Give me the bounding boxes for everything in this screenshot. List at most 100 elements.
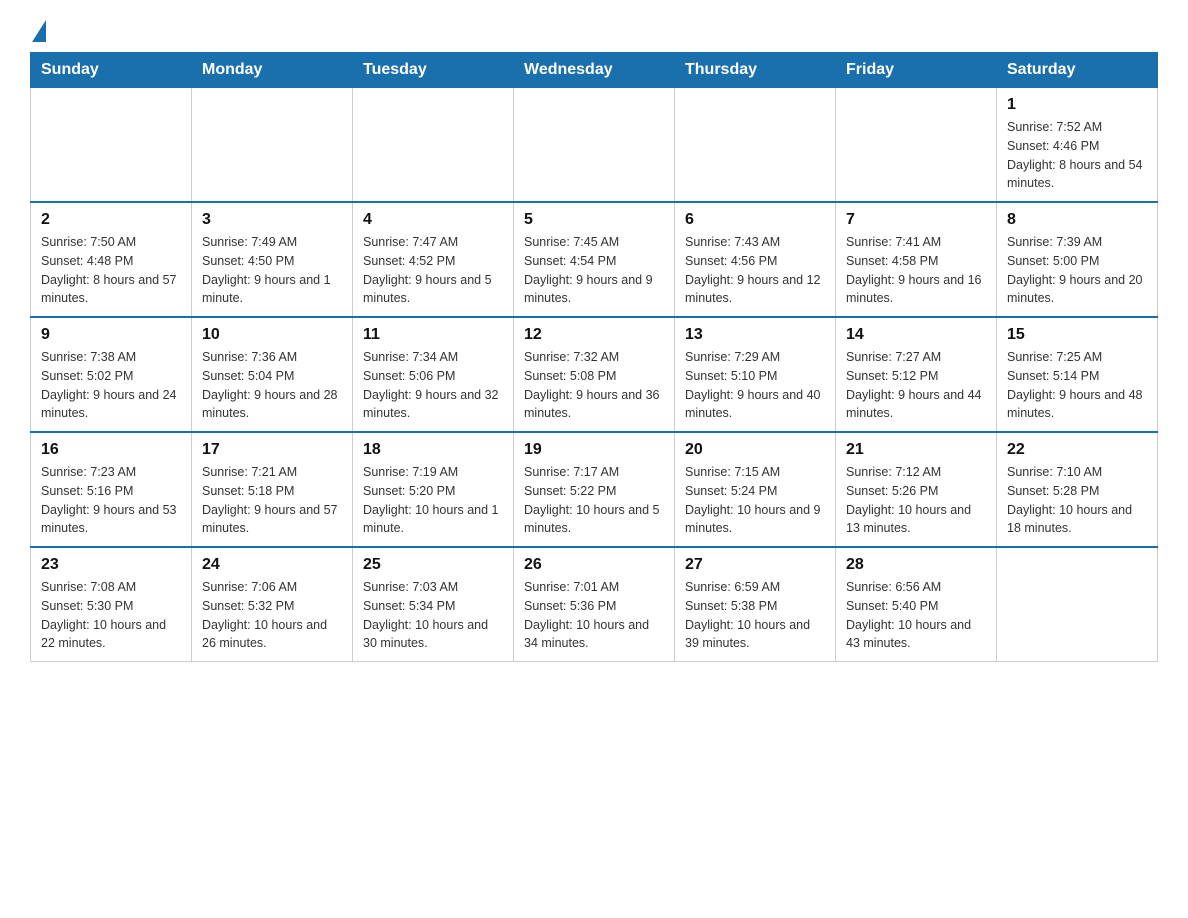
calendar-day-cell: 7 Sunrise: 7:41 AMSunset: 4:58 PMDaylight… [836,202,997,317]
calendar-day-cell [31,88,192,203]
day-of-week-header: Monday [192,53,353,88]
calendar-day-cell: 26 Sunrise: 7:01 AMSunset: 5:36 PMDayligh… [514,547,675,662]
page-header [30,20,1158,42]
day-info: Sunrise: 7:34 AMSunset: 5:06 PMDaylight:… [363,348,503,423]
day-number: 27 [685,556,825,574]
day-of-week-header: Saturday [997,53,1158,88]
calendar-day-cell: 20 Sunrise: 7:15 AMSunset: 5:24 PMDayligh… [675,432,836,547]
day-number: 5 [524,211,664,229]
calendar-day-cell: 21 Sunrise: 7:12 AMSunset: 5:26 PMDayligh… [836,432,997,547]
day-info: Sunrise: 7:08 AMSunset: 5:30 PMDaylight:… [41,578,181,653]
calendar-day-cell: 17 Sunrise: 7:21 AMSunset: 5:18 PMDayligh… [192,432,353,547]
day-info: Sunrise: 7:50 AMSunset: 4:48 PMDaylight:… [41,233,181,308]
calendar-day-cell: 15Sunrise: 7:25 AMSunset: 5:14 PMDayligh… [997,317,1158,432]
calendar-day-cell: 1 Sunrise: 7:52 AMSunset: 4:46 PMDaylight… [997,88,1158,203]
day-number: 23 [41,556,181,574]
calendar-day-cell: 2 Sunrise: 7:50 AMSunset: 4:48 PMDaylight… [31,202,192,317]
day-number: 28 [846,556,986,574]
day-number: 14 [846,326,986,344]
day-number: 18 [363,441,503,459]
day-of-week-header: Friday [836,53,997,88]
calendar-day-cell: 11 Sunrise: 7:34 AMSunset: 5:06 PMDayligh… [353,317,514,432]
calendar-day-cell: 4Sunrise: 7:47 AMSunset: 4:52 PMDaylight… [353,202,514,317]
calendar-week-row: 23 Sunrise: 7:08 AMSunset: 5:30 PMDayligh… [31,547,1158,662]
day-info: Sunrise: 7:17 AMSunset: 5:22 PMDaylight:… [524,463,664,538]
calendar-day-cell [997,547,1158,662]
calendar-day-cell: 16 Sunrise: 7:23 AMSunset: 5:16 PMDayligh… [31,432,192,547]
day-number: 24 [202,556,342,574]
calendar-day-cell: 23 Sunrise: 7:08 AMSunset: 5:30 PMDayligh… [31,547,192,662]
calendar-week-row: 16 Sunrise: 7:23 AMSunset: 5:16 PMDayligh… [31,432,1158,547]
day-number: 2 [41,211,181,229]
calendar-day-cell [836,88,997,203]
day-info: Sunrise: 6:56 AMSunset: 5:40 PMDaylight:… [846,578,986,653]
day-info: Sunrise: 7:38 AMSunset: 5:02 PMDaylight:… [41,348,181,423]
day-number: 16 [41,441,181,459]
day-of-week-header: Wednesday [514,53,675,88]
day-info: Sunrise: 7:49 AMSunset: 4:50 PMDaylight:… [202,233,342,308]
calendar-day-cell: 25 Sunrise: 7:03 AMSunset: 5:34 PMDayligh… [353,547,514,662]
calendar-week-row: 2 Sunrise: 7:50 AMSunset: 4:48 PMDaylight… [31,202,1158,317]
calendar-day-cell: 10 Sunrise: 7:36 AMSunset: 5:04 PMDayligh… [192,317,353,432]
calendar-day-cell: 8 Sunrise: 7:39 AMSunset: 5:00 PMDaylight… [997,202,1158,317]
day-info: Sunrise: 7:27 AMSunset: 5:12 PMDaylight:… [846,348,986,423]
day-number: 9 [41,326,181,344]
calendar-day-cell: 3 Sunrise: 7:49 AMSunset: 4:50 PMDaylight… [192,202,353,317]
logo [30,20,48,42]
calendar-day-cell [353,88,514,203]
calendar-day-cell: 5Sunrise: 7:45 AMSunset: 4:54 PMDaylight… [514,202,675,317]
day-number: 10 [202,326,342,344]
day-info: Sunrise: 7:52 AMSunset: 4:46 PMDaylight:… [1007,118,1147,193]
day-number: 22 [1007,441,1147,459]
day-number: 6 [685,211,825,229]
calendar-day-cell [514,88,675,203]
day-number: 17 [202,441,342,459]
day-number: 25 [363,556,503,574]
day-number: 20 [685,441,825,459]
day-number: 12 [524,326,664,344]
logo-triangle-icon [32,20,46,42]
calendar-day-cell: 19 Sunrise: 7:17 AMSunset: 5:22 PMDayligh… [514,432,675,547]
day-info: Sunrise: 7:12 AMSunset: 5:26 PMDaylight:… [846,463,986,538]
calendar-day-cell: 13 Sunrise: 7:29 AMSunset: 5:10 PMDayligh… [675,317,836,432]
day-info: Sunrise: 7:29 AMSunset: 5:10 PMDaylight:… [685,348,825,423]
day-info: Sunrise: 7:06 AMSunset: 5:32 PMDaylight:… [202,578,342,653]
calendar-week-row: 9 Sunrise: 7:38 AMSunset: 5:02 PMDaylight… [31,317,1158,432]
calendar-day-cell: 27Sunrise: 6:59 AMSunset: 5:38 PMDayligh… [675,547,836,662]
day-info: Sunrise: 7:32 AMSunset: 5:08 PMDaylight:… [524,348,664,423]
calendar-table: SundayMondayTuesdayWednesdayThursdayFrid… [30,52,1158,662]
day-number: 13 [685,326,825,344]
calendar-day-cell: 9 Sunrise: 7:38 AMSunset: 5:02 PMDaylight… [31,317,192,432]
day-number: 8 [1007,211,1147,229]
day-info: Sunrise: 7:15 AMSunset: 5:24 PMDaylight:… [685,463,825,538]
day-info: Sunrise: 7:39 AMSunset: 5:00 PMDaylight:… [1007,233,1147,308]
day-number: 21 [846,441,986,459]
day-info: Sunrise: 7:41 AMSunset: 4:58 PMDaylight:… [846,233,986,308]
calendar-day-cell: 24 Sunrise: 7:06 AMSunset: 5:32 PMDayligh… [192,547,353,662]
calendar-day-cell [192,88,353,203]
day-number: 3 [202,211,342,229]
day-number: 19 [524,441,664,459]
day-info: Sunrise: 7:43 AMSunset: 4:56 PMDaylight:… [685,233,825,308]
day-info: Sunrise: 7:47 AMSunset: 4:52 PMDaylight:… [363,233,503,308]
day-info: Sunrise: 7:23 AMSunset: 5:16 PMDaylight:… [41,463,181,538]
calendar-day-cell: 12 Sunrise: 7:32 AMSunset: 5:08 PMDayligh… [514,317,675,432]
day-info: Sunrise: 7:25 AMSunset: 5:14 PMDaylight:… [1007,348,1147,423]
day-of-week-header: Tuesday [353,53,514,88]
day-of-week-header: Sunday [31,53,192,88]
day-number: 7 [846,211,986,229]
day-info: Sunrise: 7:21 AMSunset: 5:18 PMDaylight:… [202,463,342,538]
calendar-week-row: 1 Sunrise: 7:52 AMSunset: 4:46 PMDaylight… [31,88,1158,203]
day-info: Sunrise: 7:03 AMSunset: 5:34 PMDaylight:… [363,578,503,653]
calendar-day-cell: 6 Sunrise: 7:43 AMSunset: 4:56 PMDaylight… [675,202,836,317]
calendar-day-cell: 22Sunrise: 7:10 AMSunset: 5:28 PMDayligh… [997,432,1158,547]
day-info: Sunrise: 7:36 AMSunset: 5:04 PMDaylight:… [202,348,342,423]
calendar-header-row: SundayMondayTuesdayWednesdayThursdayFrid… [31,53,1158,88]
calendar-day-cell: 28 Sunrise: 6:56 AMSunset: 5:40 PMDayligh… [836,547,997,662]
day-info: Sunrise: 7:19 AMSunset: 5:20 PMDaylight:… [363,463,503,538]
day-info: Sunrise: 7:01 AMSunset: 5:36 PMDaylight:… [524,578,664,653]
day-number: 1 [1007,96,1147,114]
day-number: 11 [363,326,503,344]
day-number: 26 [524,556,664,574]
calendar-day-cell: 18 Sunrise: 7:19 AMSunset: 5:20 PMDayligh… [353,432,514,547]
